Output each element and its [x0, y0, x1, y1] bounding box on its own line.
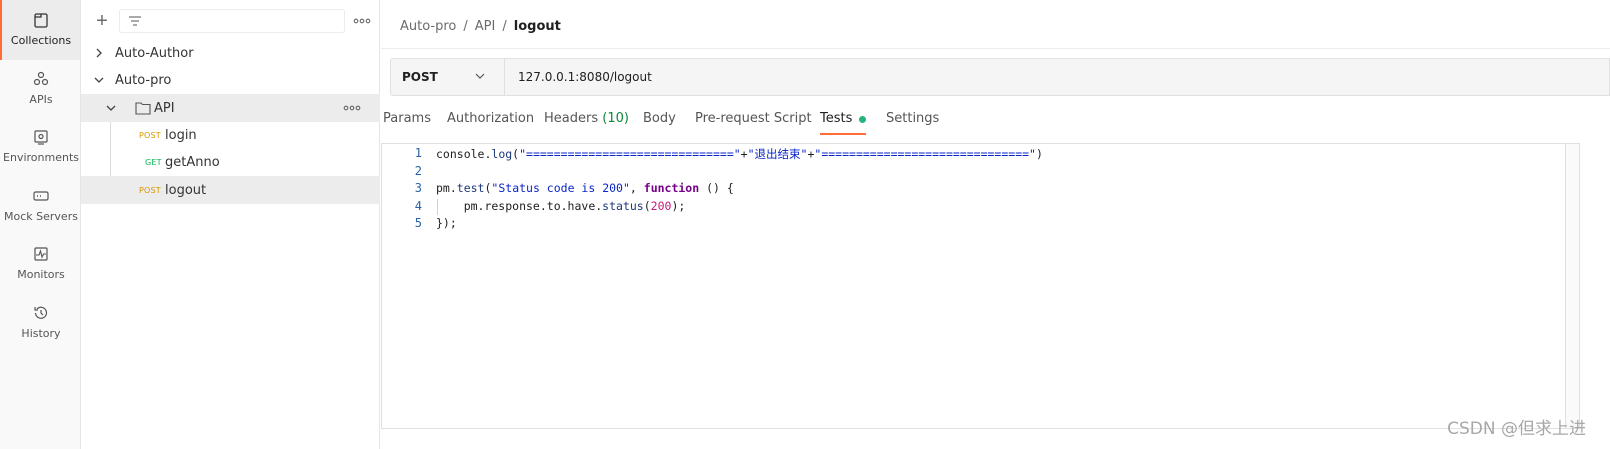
tree-item-login[interactable]: POST login: [81, 121, 380, 149]
request-name: login: [165, 127, 197, 143]
request-editor: Auto-pro / API / logout POST Params Auth…: [381, 0, 1610, 449]
code-line-5: });: [436, 216, 457, 230]
tests-indicator-dot: [859, 116, 867, 123]
sidebar-toolbar: +: [81, 0, 380, 42]
breadcrumb-separator: /: [502, 18, 507, 34]
rail-item-monitors[interactable]: Monitors: [2, 234, 80, 294]
breadcrumb-folder[interactable]: API: [475, 19, 496, 34]
request-name: logout: [165, 182, 207, 198]
tab-label: Body: [643, 111, 676, 126]
code-line-3: pm.test("Status code is 200", function (…: [436, 181, 734, 195]
tree-item-auto-author[interactable]: Auto-Author: [81, 39, 380, 67]
request-url-bar: POST: [390, 58, 1610, 96]
watermark: CSDN @但求上进: [1447, 419, 1586, 439]
tab-label: Settings: [886, 111, 940, 126]
breadcrumb-current[interactable]: logout: [514, 19, 561, 34]
tab-label: Tests: [820, 111, 853, 126]
rail-label: History: [21, 327, 61, 340]
history-icon: [34, 306, 48, 319]
plus-icon[interactable]: +: [91, 10, 113, 32]
chevron-down-icon: [106, 105, 116, 111]
editor-scrollbar[interactable]: [1566, 143, 1580, 429]
collection-name: Auto-pro: [115, 72, 172, 88]
headers-count: (10): [602, 111, 629, 126]
more-options-icon[interactable]: [342, 99, 362, 117]
url-input[interactable]: [506, 59, 1606, 95]
indent-guide: [437, 199, 438, 215]
rail-label: APIs: [29, 93, 53, 106]
tab-body[interactable]: Body: [643, 106, 676, 136]
line-number: 1: [414, 146, 422, 160]
folder-icon: [135, 102, 151, 115]
rail-label: Monitors: [17, 268, 65, 281]
filter-input[interactable]: [119, 9, 345, 33]
method-select-value: POST: [402, 70, 438, 84]
breadcrumb-collection[interactable]: Auto-pro: [400, 19, 456, 34]
tab-settings[interactable]: Settings: [886, 106, 939, 136]
more-options-icon[interactable]: [352, 12, 372, 30]
chevron-right-icon: [96, 48, 102, 58]
line-number: 4: [414, 199, 422, 213]
rail-item-history[interactable]: History: [2, 293, 80, 353]
tab-tests[interactable]: Tests: [820, 106, 867, 136]
filter-icon: [129, 16, 141, 26]
chevron-down-icon: [475, 73, 485, 79]
tree-item-auto-pro[interactable]: Auto-pro: [81, 66, 380, 94]
chevron-down-icon: [94, 77, 104, 83]
mock-servers-icon: [33, 191, 49, 201]
tab-label: Params: [383, 111, 431, 126]
rail-item-collections[interactable]: Collections: [0, 0, 80, 60]
tree-item-logout[interactable]: POST logout: [81, 176, 380, 204]
method-badge: GET: [145, 157, 162, 167]
environments-icon: [34, 130, 48, 145]
monitors-icon: [34, 247, 48, 261]
code-line-4: pm.response.to.have.status(200);: [436, 199, 686, 213]
left-rail: Collections APIs Environments Mock Serve…: [0, 0, 81, 449]
line-number: 3: [414, 181, 422, 195]
collection-name: Auto-Author: [115, 45, 194, 61]
line-number: 2: [414, 164, 422, 178]
tab-authorization[interactable]: Authorization: [447, 106, 534, 136]
collections-sidebar: + Auto-Author Auto-pro API POST login GE…: [81, 0, 380, 449]
rail-label: Mock Servers: [4, 210, 78, 223]
breadcrumb-separator: /: [463, 18, 468, 34]
code-line-1: console.log("===========================…: [436, 147, 1043, 161]
tab-prerequest-script[interactable]: Pre-request Script: [695, 106, 812, 136]
tab-label: Pre-request Script: [695, 111, 812, 126]
rail-item-mock-servers[interactable]: Mock Servers: [2, 176, 80, 236]
folder-name: API: [154, 100, 175, 116]
apis-icon: [33, 71, 49, 86]
tree-item-getanno[interactable]: GET getAnno: [81, 148, 380, 176]
request-tabs: Params Authorization Headers (10) Body P…: [381, 106, 1610, 136]
breadcrumb: Auto-pro / API / logout: [400, 17, 561, 35]
method-badge: POST: [139, 130, 161, 140]
header-divider: [381, 48, 1610, 49]
tree-item-api-folder[interactable]: API: [81, 94, 380, 122]
request-name: getAnno: [165, 154, 220, 170]
rail-label: Collections: [10, 34, 72, 47]
tab-label: Authorization: [447, 111, 535, 126]
collections-icon: [34, 13, 48, 28]
tests-code-editor[interactable]: 1 2 3 4 5 console.log("=================…: [381, 143, 1566, 429]
line-number: 5: [414, 216, 422, 230]
rail-label: Environments: [3, 151, 79, 164]
tab-label: Headers: [544, 111, 599, 126]
rail-item-environments[interactable]: Environments: [2, 117, 80, 177]
method-badge: POST: [139, 185, 161, 195]
method-select[interactable]: POST: [391, 59, 505, 95]
tab-params[interactable]: Params: [383, 106, 431, 136]
rail-item-apis[interactable]: APIs: [2, 59, 80, 119]
tab-headers[interactable]: Headers (10): [544, 106, 629, 136]
